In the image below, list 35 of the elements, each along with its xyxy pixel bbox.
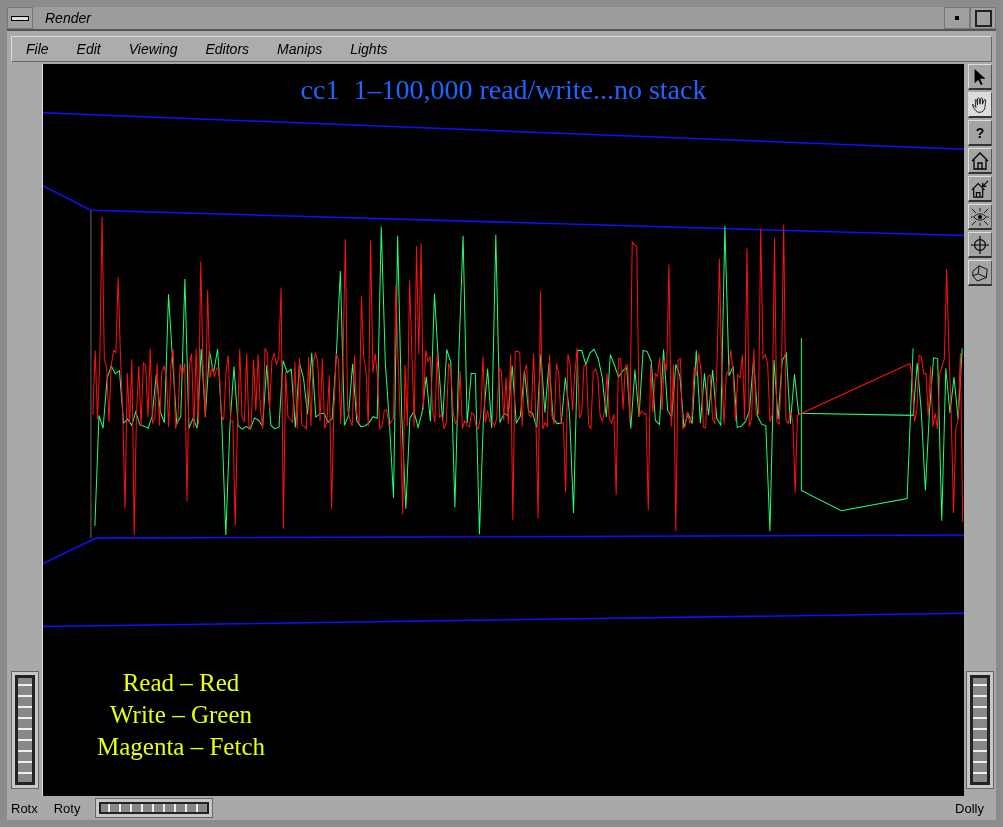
minimize-button[interactable] — [944, 7, 970, 29]
thumbwheel[interactable] — [96, 799, 213, 817]
projection-tool-button[interactable] — [968, 260, 992, 286]
window-title: Render — [45, 10, 91, 26]
legend-entry: Read – Red — [121, 668, 241, 698]
help-tool-button[interactable]: ? — [968, 120, 992, 146]
view-all-tool-button[interactable] — [968, 204, 992, 230]
maximize-button[interactable] — [970, 7, 996, 29]
thumbwheel[interactable] — [967, 672, 993, 788]
menu-item[interactable]: Editors — [205, 41, 250, 57]
plot-title: cc1 1–100,000 read/write...no stack — [299, 74, 708, 106]
pointer-tool-button[interactable] — [968, 64, 992, 90]
help-mark: ? — [975, 124, 985, 141]
menu-item[interactable]: File — [26, 41, 49, 57]
window-menu-button[interactable] — [7, 7, 33, 29]
eye-icon — [971, 207, 989, 226]
wheel-label: Roty — [53, 800, 81, 816]
legend-entry: Write – Green — [109, 700, 253, 730]
set-home-tool-button[interactable] — [968, 176, 992, 202]
menu-item[interactable]: Lights — [350, 41, 388, 57]
home-icon — [971, 151, 989, 170]
legend-entry: Magenta – Fetch — [96, 732, 266, 762]
cube-icon — [971, 263, 989, 282]
crosshair-icon — [971, 235, 989, 254]
wheel-label: Dolly — [955, 800, 984, 816]
menu-item[interactable]: Edit — [76, 41, 101, 57]
menu-item[interactable]: Manips — [277, 41, 323, 57]
hand-tool-button[interactable] — [968, 92, 992, 118]
seek-tool-button[interactable] — [968, 232, 992, 258]
home-tool-button[interactable] — [968, 148, 992, 174]
home-arrow-icon — [971, 179, 989, 198]
menu-item[interactable]: Viewing — [128, 41, 178, 57]
wheel-label: Rotx — [11, 800, 38, 816]
thumbwheel[interactable] — [11, 672, 38, 788]
hand-icon — [971, 95, 989, 114]
